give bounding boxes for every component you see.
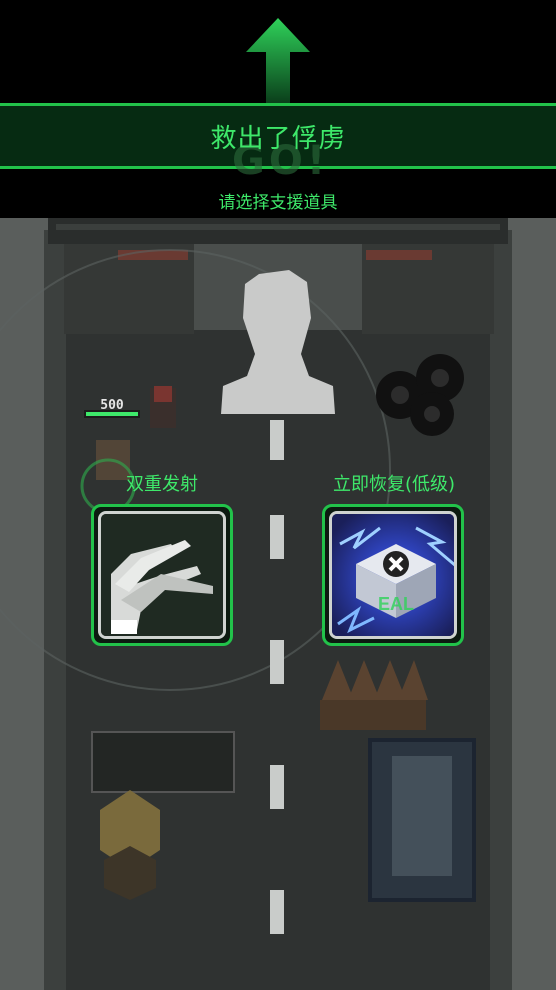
- skill-label-instant-heal: 立即恢复(低级): [332, 474, 456, 495]
- double-gun-icon: [101, 514, 223, 636]
- medkit-lightning-icon: EAL: [332, 514, 454, 636]
- svg-text:EAL: EAL: [378, 594, 414, 614]
- skill-card-instant-heal[interactable]: EAL: [322, 504, 464, 646]
- up-arrow-icon: [246, 18, 310, 104]
- skill-label-double-shot: 双重发射: [126, 474, 198, 495]
- prisoner-silhouette-icon: [221, 270, 335, 414]
- select-support-prompt: 请选择支援道具: [218, 193, 338, 213]
- skill-card-double-shot[interactable]: [91, 504, 233, 646]
- banner-title: 救出了俘虏: [210, 123, 346, 154]
- enemy-hp-label: 500: [100, 398, 124, 413]
